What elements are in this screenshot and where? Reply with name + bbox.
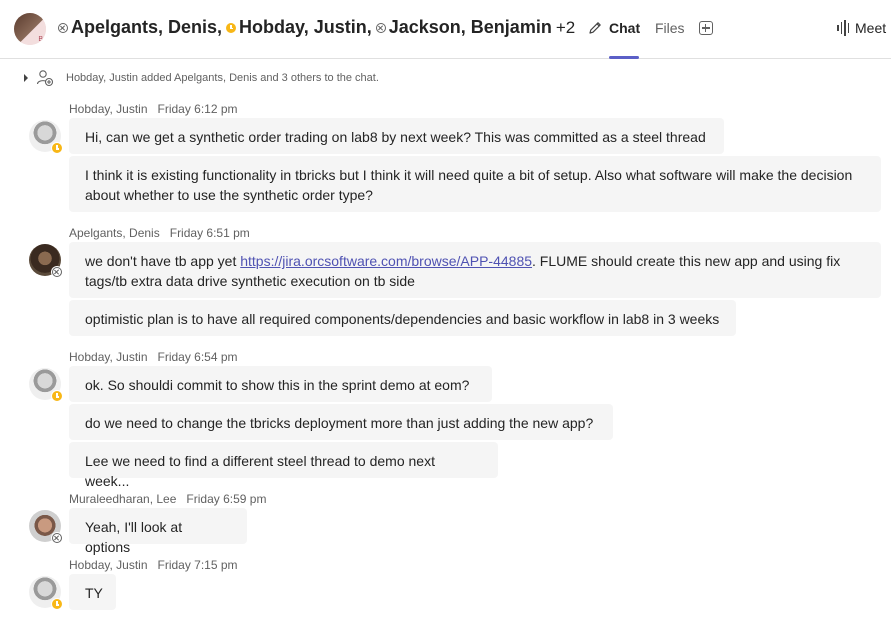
avatar[interactable] [29,368,63,402]
chat-header: B Apelgants, Denis, Hobday, Justin, Jack… [0,0,891,59]
message-bubble[interactable]: Yeah, I'll look at options [69,508,247,555]
message-bubble[interactable]: I think it is existing functionality in … [69,156,881,212]
add-user-icon [36,70,54,87]
offline-status-icon [375,22,386,33]
author-name: Hobday, Justin [69,102,148,116]
meet-label: Meet [855,20,887,36]
offline-status-icon [58,22,68,33]
message-bubble[interactable]: do we need to change the tbricks deploym… [69,404,613,440]
avatar[interactable] [29,120,63,154]
participant-name: Hobday, Justin [239,17,367,37]
message-meta: Muraleedharan, Lee Friday 6:59 pm [69,492,266,506]
edit-pencil-icon[interactable] [587,20,603,36]
active-tab-indicator [609,56,639,59]
message-bubble[interactable]: Hi, can we get a synthetic order trading… [69,118,724,154]
tab-files[interactable]: Files [655,20,685,36]
away-status-icon [52,599,62,609]
offline-status-icon [52,533,62,543]
participant-separator: , [217,17,223,37]
more-participants-count[interactable]: +2 [556,18,575,38]
away-status-icon [52,391,62,401]
message-bubble[interactable]: we don't have tb app yet https://jira.or… [69,242,881,298]
meet-audio-icon [837,20,849,36]
author-name: Hobday, Justin [69,350,148,364]
away-status-icon [52,143,62,153]
message-bubble[interactable]: TY [69,574,116,610]
message-time: Friday 6:12 pm [157,102,238,116]
message-meta: Apelgants, Denis Friday 6:51 pm [69,226,250,240]
offline-status-icon [52,267,62,277]
away-status-icon [226,22,237,33]
author-name: Hobday, Justin [69,558,148,572]
message-time: Friday 7:15 pm [157,558,238,572]
message-bubble[interactable]: optimistic plan is to have all required … [69,300,736,336]
chat-title[interactable]: Apelgants, Denis, Hobday, Justin, Jackso… [58,17,603,38]
message-text: we don't have tb app yet [85,253,241,269]
jira-link[interactable]: https://jira.orcsoftware.com/browse/APP-… [240,253,532,269]
message-meta: Hobday, Justin Friday 6:12 pm [69,102,238,116]
group-avatar-initial: B [38,36,43,43]
system-message: Hobday, Justin added Apelgants, Denis an… [24,68,379,88]
author-name: Muraleedharan, Lee [69,492,177,506]
add-tab-icon[interactable] [699,21,713,35]
tab-chat[interactable]: Chat [609,20,640,36]
author-name: Apelgants, Denis [69,226,160,240]
avatar[interactable] [29,576,63,610]
message-meta: Hobday, Justin Friday 7:15 pm [69,558,238,572]
message-bubble[interactable]: Lee we need to find a different steel th… [69,442,498,489]
meet-button[interactable]: Meet [837,20,886,36]
system-message-text: Hobday, Justin added Apelgants, Denis an… [66,72,379,84]
expand-caret-icon[interactable] [24,74,28,82]
message-bubble[interactable]: ok. So shouldi commit to show this in th… [69,366,492,402]
avatar[interactable] [29,510,63,544]
group-avatar[interactable]: B [14,13,46,45]
message-time: Friday 6:59 pm [186,492,267,506]
avatar[interactable] [29,244,63,278]
message-time: Friday 6:51 pm [169,226,250,240]
message-time: Friday 6:54 pm [157,350,238,364]
message-meta: Hobday, Justin Friday 6:54 pm [69,350,238,364]
participant-separator: , [366,17,372,37]
participant-name: Apelgants, Denis [71,17,218,37]
participant-name: Jackson, Benjamin [388,17,552,37]
